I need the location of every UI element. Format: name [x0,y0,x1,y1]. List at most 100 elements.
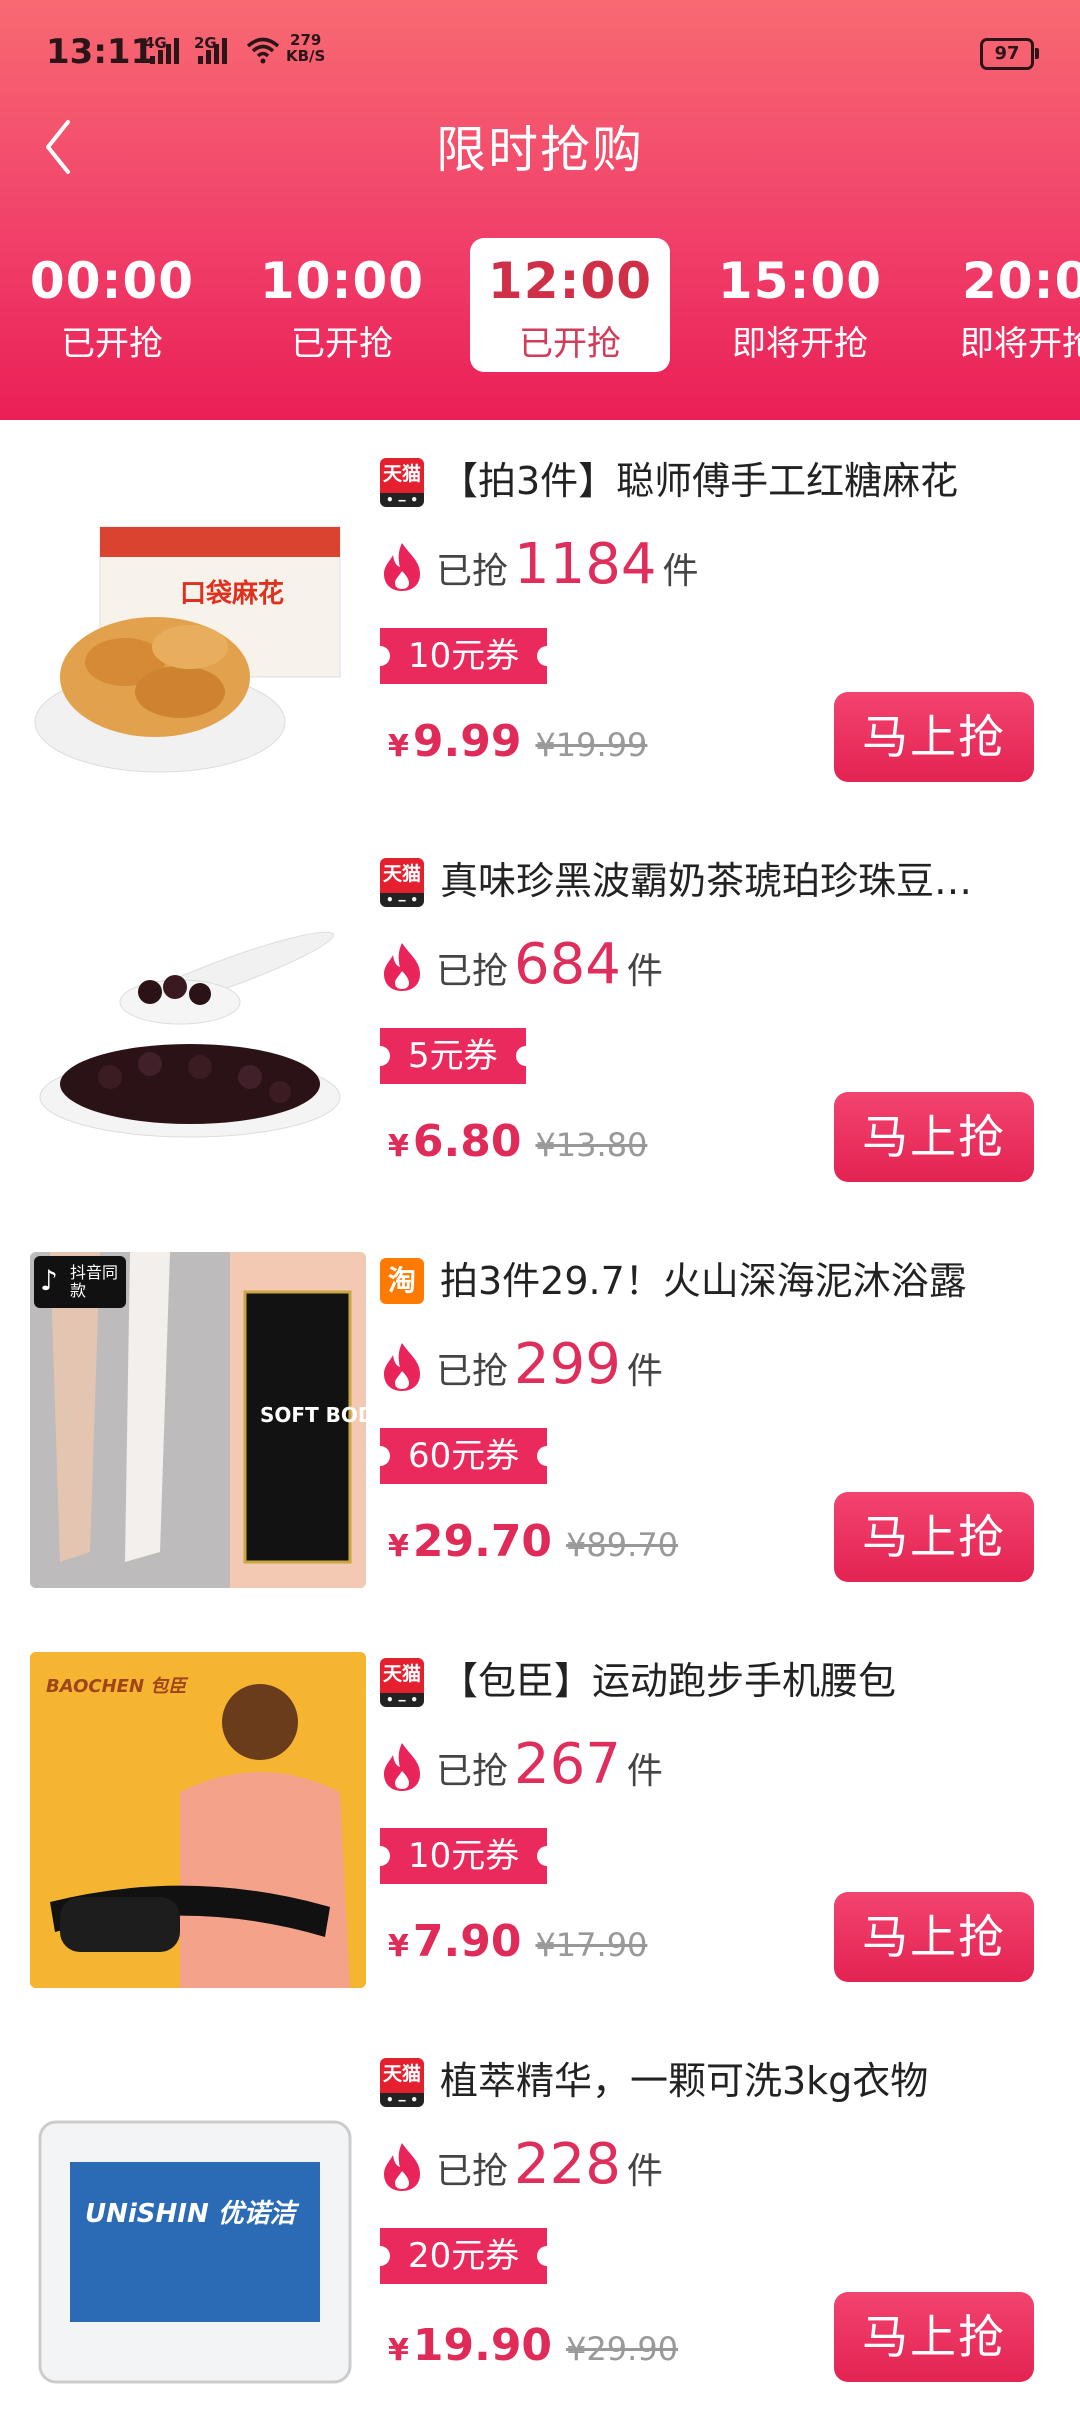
tab-time: 15:00 [717,252,883,310]
product-name: 真味珍黑波霸奶茶琥珀珍珠豆… [440,859,973,903]
tab-time: 00:00 [29,252,195,310]
fire-icon [384,1743,420,1791]
sold-prefix: 已抢 [436,1751,509,1792]
coupon-badge: 5元券 [370,1028,536,1084]
sold-prefix: 已抢 [436,551,509,592]
image-label: BAOCHEN 包臣 [46,1676,189,1697]
product-image-art: 口袋麻花 [34,526,341,773]
sold-suffix: 件 [662,551,699,592]
status-bar: 13:11 4G 2G 279 KB/S 97 [46,28,1039,82]
sold-prefix: 已抢 [436,1351,509,1392]
product-image-art [39,931,341,1138]
coupon-badge: 20元券 [369,2228,558,2284]
tab-time: 10:00 [259,252,425,310]
tab-1200[interactable]: 12:00 已开抢 [470,238,670,372]
sold-number: 228 [514,2132,621,2197]
tmall-icon: 天猫 [380,2058,424,2107]
header: 13:11 4G 2G 279 KB/S 97 限时抢购 00:00 已开抢 10… [0,0,1080,420]
sold-count: 已抢 1184 件 [380,532,699,602]
page-title: 限时抢购 [436,121,644,179]
time-tabs: 00:00 已开抢 10:00 已开抢 12:00 已开抢 15:00 即将开抢… [0,238,1080,378]
sold-number: 299 [514,1332,621,1397]
product-item[interactable]: UNiSHIN 优诺洁 天猫 植萃精华，一颗可洗3kg衣物 已抢 228 件 2… [0,2020,1080,2420]
product-image: 口袋麻花 [30,452,366,788]
signal-icon [150,36,179,64]
fire-icon [384,943,420,991]
network-speed: 279 KB/S [286,32,325,64]
coupon-badge: 10元券 [369,628,558,684]
coupon-badge: 60元券 [369,1428,558,1484]
fire-icon [384,543,420,591]
buy-now-button[interactable]: 马上抢 [834,2292,1034,2382]
sold-prefix: 已抢 [436,2151,509,2192]
tab-status: 即将开抢 [732,324,868,364]
buy-now-button[interactable]: 马上抢 [834,1092,1034,1182]
currency-symbol: ¥ [388,1129,409,1164]
product-name: 【拍3件】聪师傅手工红糖麻花 [440,459,959,503]
image-label: 口袋麻花 [180,579,284,609]
product-item[interactable]: BAOCHEN 包臣 天猫 【包臣】运动跑步手机腰包 已抢 267 件 10元券… [0,1620,1080,2023]
buy-now-button[interactable]: 马上抢 [834,1892,1034,1982]
status-time: 13:11 [46,32,155,72]
tmall-icon: 天猫 [380,858,424,907]
sold-count: 已抢 684 件 [380,932,663,1002]
tab-time: 20:00 [962,252,1080,310]
currency-symbol: ¥ [388,1929,409,1964]
original-price: ¥89.70 [566,1526,679,1564]
sold-suffix: 件 [626,951,663,992]
sold-number: 1184 [514,532,657,597]
original-price: ¥17.90 [535,1926,648,1964]
sold-number: 267 [514,1732,621,1797]
current-price: 6.80 [412,1116,522,1167]
battery-indicator: 97 [980,38,1039,70]
current-price: 7.90 [412,1916,522,1967]
tab-status: 已开抢 [291,324,393,364]
current-price: 19.90 [412,2320,553,2371]
tab-2000[interactable]: 20:00 即将开抢 [932,238,1080,372]
tmall-icon: 天猫 [380,458,424,507]
product-image-art: UNiSHIN 优诺洁 [38,2120,352,2384]
fire-icon [384,2143,420,2191]
fire-icon [384,1343,420,1391]
tab-status: 已开抢 [61,324,163,364]
product-image: SOFT BODY WASH ♪ 抖音同款 [30,1252,366,1588]
sold-prefix: 已抢 [436,951,509,992]
speed-value: 279 [290,31,322,49]
currency-symbol: ¥ [388,1529,409,1564]
coupon-badge: 10元券 [369,1828,558,1884]
product-image: BAOCHEN 包臣 [30,1652,366,1988]
tab-0000[interactable]: 00:00 已开抢 [12,238,212,372]
douyin-badge: ♪ 抖音同款 [34,1256,126,1308]
sold-suffix: 件 [626,1751,663,1792]
buy-now-button[interactable]: 马上抢 [834,692,1034,782]
price-block: ¥ 7.90 ¥17.90 [388,1916,647,1967]
image-label: SOFT BODY WASH [260,1403,366,1427]
tab-1500[interactable]: 15:00 即将开抢 [700,238,900,372]
tab-1000[interactable]: 10:00 已开抢 [242,238,442,372]
product-name: 植萃精华，一颗可洗3kg衣物 [440,2059,929,2103]
current-price: 29.70 [412,1516,553,1567]
sold-count: 已抢 267 件 [380,1732,663,1802]
product-item[interactable]: 天猫 真味珍黑波霸奶茶琥珀珍珠豆… 已抢 684 件 5元券 ¥ 6.80 ¥1… [0,820,1080,1223]
sold-count: 已抢 299 件 [380,1332,663,1402]
tab-time: 12:00 [487,252,653,310]
original-price: ¥29.90 [566,2330,679,2368]
sold-number: 684 [514,932,621,997]
currency-symbol: ¥ [388,2333,409,2368]
wifi-icon [246,37,280,64]
tmall-icon: 天猫 [380,1658,424,1707]
product-item[interactable]: SOFT BODY WASH ♪ 抖音同款 淘 拍3件29.7！火山深海泥沐浴露… [0,1220,1080,1623]
sold-suffix: 件 [626,1351,663,1392]
product-image: UNiSHIN 优诺洁 [30,2052,366,2388]
buy-now-button[interactable]: 马上抢 [834,1492,1034,1582]
product-item[interactable]: 口袋麻花 天猫 【拍3件】聪师傅手工红糖麻花 已抢 1184 件 10元券 ¥ … [0,420,1080,823]
original-price: ¥19.99 [535,726,648,764]
price-block: ¥ 9.99 ¥19.99 [388,716,647,767]
tab-status: 即将开抢 [960,324,1080,364]
speed-unit: KB/S [286,47,326,65]
signal-icon-2 [198,36,227,64]
douyin-label: 抖音同款 [70,1263,119,1300]
current-price: 9.99 [412,716,522,767]
sold-suffix: 件 [626,2151,663,2192]
price-block: ¥ 6.80 ¥13.80 [388,1116,647,1167]
